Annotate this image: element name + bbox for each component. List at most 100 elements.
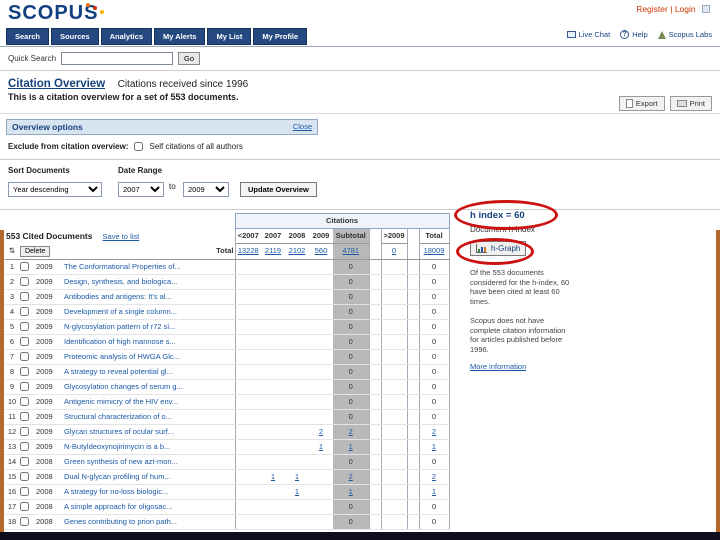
- total-count-link[interactable]: 18009: [424, 246, 445, 255]
- citation-count-link[interactable]: 1: [319, 442, 323, 451]
- total-count-link[interactable]: 13228: [238, 246, 259, 255]
- citation-count-link[interactable]: 1: [432, 487, 436, 496]
- nav-button-my-alerts[interactable]: My Alerts: [154, 28, 206, 45]
- document-title-link[interactable]: Dual N-glycan profiling of hum...: [64, 472, 234, 482]
- self-citations-label: Self citations of all authors: [149, 142, 243, 151]
- nav-button-my-list[interactable]: My List: [207, 28, 252, 45]
- citation-count-cell: 0: [418, 304, 450, 320]
- document-title-link[interactable]: Structural characterization of o...: [64, 412, 234, 422]
- citation-table: Citations 553 Cited Documents Save to li…: [5, 213, 450, 530]
- sort-icon[interactable]: ⇅: [5, 243, 19, 260]
- total-count-link[interactable]: 2119: [265, 246, 281, 255]
- nav-button-my-profile[interactable]: My Profile: [253, 28, 308, 45]
- nav-button-analytics[interactable]: Analytics: [100, 28, 152, 45]
- document-title-link[interactable]: The Conformational Properties of...: [64, 262, 234, 272]
- row-checkbox[interactable]: [20, 277, 29, 287]
- document-title-link[interactable]: N-Butyldeoxynojirimycin is a b...: [64, 442, 234, 452]
- year-from-select[interactable]: 2007: [118, 182, 164, 197]
- document-title-link[interactable]: Proteomic analysis of HWGA Glc...: [64, 352, 234, 362]
- row-year: 2009: [35, 379, 63, 395]
- document-title-link[interactable]: Antibodies and antigens: It's al...: [64, 292, 234, 302]
- total-count-link[interactable]: 2102: [289, 246, 306, 255]
- citation-count-link[interactable]: 2: [432, 472, 436, 481]
- row-checkbox[interactable]: [20, 427, 29, 437]
- citation-count-link[interactable]: 1: [295, 487, 299, 496]
- total-count-link[interactable]: 560: [315, 246, 328, 255]
- citation-count-link[interactable]: 1: [271, 472, 275, 481]
- row-checkbox[interactable]: [20, 352, 29, 362]
- row-checkbox[interactable]: [20, 382, 29, 392]
- citation-count-link[interactable]: 2: [319, 427, 323, 436]
- help-link[interactable]: ? Help: [620, 30, 648, 39]
- row-year: 2008: [35, 454, 63, 470]
- row-checkbox[interactable]: [20, 337, 29, 347]
- citation-count-cell: [234, 454, 261, 470]
- citation-count-link[interactable]: 2: [349, 427, 353, 436]
- register-link[interactable]: Register: [636, 4, 668, 14]
- update-overview-button[interactable]: Update Overview: [240, 182, 317, 197]
- row-checkbox-cell: [19, 484, 35, 500]
- citation-count-cell: [234, 319, 261, 335]
- document-title-link[interactable]: A simple approach for oligosac...: [64, 502, 234, 512]
- document-title-link[interactable]: Identification of high mannose s...: [64, 337, 234, 347]
- total-count-link[interactable]: 0: [392, 246, 396, 255]
- column-header-row: 553 Cited Documents Save to list <2007 20…: [5, 228, 450, 244]
- nav-button-search[interactable]: Search: [6, 28, 50, 45]
- row-checkbox[interactable]: [20, 412, 29, 422]
- document-title-link[interactable]: A strategy to reveal potential gl...: [64, 367, 234, 377]
- login-link[interactable]: Login: [675, 4, 696, 14]
- document-title-link[interactable]: Development of a single column...: [64, 307, 234, 317]
- save-to-list-link[interactable]: Save to list: [103, 232, 140, 241]
- more-information-link[interactable]: More information: [470, 362, 574, 371]
- row-year: 2009: [35, 349, 63, 365]
- year-to-select[interactable]: 2009: [183, 182, 229, 197]
- row-checkbox-cell: [19, 409, 35, 425]
- citation-count-link[interactable]: 1: [349, 442, 353, 451]
- citation-count-link[interactable]: 1: [349, 487, 353, 496]
- chat-link[interactable]: Live Chat: [566, 30, 610, 39]
- row-checkbox[interactable]: [20, 517, 29, 527]
- document-title-link[interactable]: Antigenic mimicry of the HIV env...: [64, 397, 234, 407]
- labs-link[interactable]: Scopus Labs: [657, 30, 712, 39]
- row-checkbox[interactable]: [20, 292, 29, 302]
- nav-button-sources[interactable]: Sources: [51, 28, 99, 45]
- document-title-link[interactable]: N-glycosylation pattern of r72 si...: [64, 322, 234, 332]
- citation-count-cell: 0: [333, 334, 370, 350]
- row-checkbox[interactable]: [20, 307, 29, 317]
- document-title-link[interactable]: Genes contributing to prion path...: [64, 517, 234, 527]
- document-title-link[interactable]: Glycan structures of ocular surf...: [64, 427, 234, 437]
- close-options-link[interactable]: Close: [293, 122, 312, 131]
- citation-count-cell: 1: [261, 469, 285, 485]
- citation-count-cell: [285, 349, 309, 365]
- document-title-link[interactable]: A strategy for no-loss biologic...: [64, 487, 234, 497]
- row-checkbox[interactable]: [20, 457, 29, 467]
- citation-count-cell: [309, 274, 333, 290]
- row-checkbox[interactable]: [20, 262, 29, 272]
- total-count-link[interactable]: 4781: [342, 246, 359, 255]
- row-checkbox[interactable]: [20, 397, 29, 407]
- table-row: 10 2009 Antigenic mimicry of the HIV env..…: [5, 394, 450, 410]
- document-title-link[interactable]: Green synthesis of new azt-mon...: [64, 457, 234, 467]
- row-title-cell: Proteomic analysis of HWGA Glc...: [63, 349, 235, 365]
- row-checkbox[interactable]: [20, 322, 29, 332]
- row-checkbox[interactable]: [20, 502, 29, 512]
- quick-search-go-button[interactable]: Go: [178, 52, 201, 65]
- print-button[interactable]: Print: [669, 96, 712, 111]
- self-citations-checkbox[interactable]: [134, 142, 144, 151]
- row-checkbox[interactable]: [20, 367, 29, 377]
- annotation-ellipse-h-index: [454, 200, 558, 230]
- row-checkbox[interactable]: [20, 472, 29, 482]
- citation-count-cell: 0: [418, 259, 450, 275]
- citation-count-link[interactable]: 2: [432, 427, 436, 436]
- row-checkbox[interactable]: [20, 487, 29, 497]
- citation-count-link[interactable]: 2: [349, 472, 353, 481]
- row-checkbox[interactable]: [20, 442, 29, 452]
- export-button[interactable]: Export: [618, 96, 665, 111]
- document-title-link[interactable]: Glycosylation changes of serum g...: [64, 382, 234, 392]
- citation-count-link[interactable]: 1: [432, 442, 436, 451]
- sort-select[interactable]: Year descending: [8, 182, 102, 197]
- document-title-link[interactable]: Design, synthesis, and biologica...: [64, 277, 234, 287]
- quick-search-input[interactable]: [61, 52, 174, 65]
- citation-count-link[interactable]: 1: [295, 472, 299, 481]
- delete-button[interactable]: Delete: [20, 245, 51, 257]
